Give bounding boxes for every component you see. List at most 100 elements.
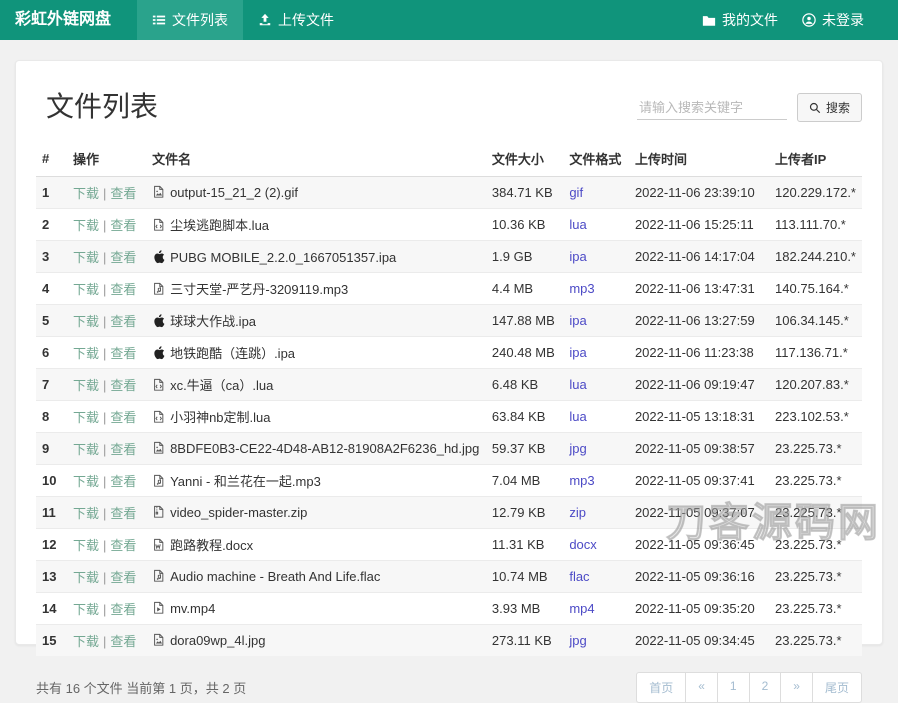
view-link[interactable]: 查看 bbox=[110, 602, 136, 617]
view-link[interactable]: 查看 bbox=[110, 570, 136, 585]
format-link[interactable]: ipa bbox=[569, 313, 586, 328]
filename-text: xc.牛逼（ca）.lua bbox=[170, 378, 274, 393]
view-link[interactable]: 查看 bbox=[110, 442, 136, 457]
page-button[interactable]: » bbox=[780, 672, 813, 703]
format-link[interactable]: lua bbox=[569, 409, 586, 424]
search-button[interactable]: 搜索 bbox=[796, 93, 862, 122]
download-link[interactable]: 下载 bbox=[73, 634, 99, 649]
page-button[interactable]: 1 bbox=[716, 672, 750, 703]
format-link[interactable]: mp4 bbox=[569, 601, 594, 616]
table-row: 2 下载 | 查看 尘埃逃跑脚本.lua 10.36 KB lua 2022-11-… bbox=[36, 208, 862, 241]
row-format-cell: gif bbox=[563, 177, 629, 209]
row-uploader-ip: 113.111.70.* bbox=[769, 208, 862, 241]
download-link[interactable]: 下载 bbox=[73, 282, 99, 297]
download-link[interactable]: 下载 bbox=[73, 538, 99, 553]
format-link[interactable]: docx bbox=[569, 537, 596, 552]
page-button[interactable]: 首页 bbox=[636, 672, 687, 703]
row-filename-cell: 地铁跑酷（连跳）.ipa bbox=[146, 336, 486, 369]
format-link[interactable]: jpg bbox=[569, 633, 586, 648]
col-header-actions: 操作 bbox=[66, 141, 147, 177]
brand-title: 彩虹外链网盘 bbox=[15, 11, 112, 28]
view-link[interactable]: 查看 bbox=[110, 186, 136, 201]
view-link[interactable]: 查看 bbox=[110, 314, 136, 329]
row-format-cell: jpg bbox=[563, 624, 629, 656]
view-link[interactable]: 查看 bbox=[110, 538, 136, 553]
format-link[interactable]: lua bbox=[569, 217, 586, 232]
filename-text: mv.mp4 bbox=[170, 601, 216, 616]
row-uploader-ip: 23.225.73.* bbox=[769, 624, 862, 656]
file-audio-icon bbox=[152, 282, 165, 296]
view-link[interactable]: 查看 bbox=[110, 250, 136, 265]
row-format-cell: lua bbox=[563, 400, 629, 433]
download-link[interactable]: 下载 bbox=[73, 506, 99, 521]
tab-upload[interactable]: 上传文件 bbox=[243, 0, 349, 40]
view-link[interactable]: 查看 bbox=[110, 346, 136, 361]
format-link[interactable]: jpg bbox=[569, 441, 586, 456]
table-row: 3 下载 | 查看 PUBG MOBILE_2.2.0_1667051357.ipa… bbox=[36, 240, 862, 273]
row-filename-cell: output-15_21_2 (2).gif bbox=[146, 177, 486, 209]
view-link[interactable]: 查看 bbox=[110, 506, 136, 521]
row-size: 63.84 KB bbox=[485, 400, 564, 433]
page-button[interactable]: 尾页 bbox=[811, 672, 862, 703]
action-separator: | bbox=[102, 602, 107, 617]
download-link[interactable]: 下载 bbox=[73, 346, 99, 361]
row-uploader-ip: 117.136.71.* bbox=[769, 336, 862, 369]
row-format-cell: ipa bbox=[563, 304, 629, 337]
download-link[interactable]: 下载 bbox=[73, 250, 99, 265]
row-upload-time: 2022-11-05 09:34:45 bbox=[628, 624, 770, 656]
row-index: 7 bbox=[36, 368, 67, 401]
download-link[interactable]: 下载 bbox=[73, 410, 99, 425]
format-link[interactable]: lua bbox=[569, 377, 586, 392]
download-link[interactable]: 下载 bbox=[73, 218, 99, 233]
row-size: 240.48 MB bbox=[485, 336, 564, 369]
filename-text: PUBG MOBILE_2.2.0_1667051357.ipa bbox=[170, 249, 397, 265]
download-link[interactable]: 下载 bbox=[73, 570, 99, 585]
file-image-icon bbox=[152, 185, 165, 199]
view-link[interactable]: 查看 bbox=[110, 378, 136, 393]
format-link[interactable]: ipa bbox=[569, 249, 586, 264]
file-audio-icon bbox=[152, 474, 165, 488]
download-link[interactable]: 下载 bbox=[73, 378, 99, 393]
download-link[interactable]: 下载 bbox=[73, 442, 99, 457]
filename-text: Yanni - 和兰花在一起.mp3 bbox=[170, 474, 321, 489]
view-link[interactable]: 查看 bbox=[110, 410, 136, 425]
search-box: 搜索 bbox=[636, 93, 862, 122]
row-uploader-ip: 182.244.210.* bbox=[769, 240, 862, 273]
search-button-label: 搜索 bbox=[825, 101, 850, 115]
page-button[interactable]: 2 bbox=[748, 672, 782, 703]
view-link[interactable]: 查看 bbox=[110, 634, 136, 649]
format-link[interactable]: mp3 bbox=[569, 473, 594, 488]
tab-file-list[interactable]: 文件列表 bbox=[137, 0, 244, 40]
table-row: 13 下载 | 查看 Audio machine - Breath And Life… bbox=[36, 560, 862, 593]
format-link[interactable]: gif bbox=[569, 185, 583, 200]
row-uploader-ip: 23.225.73.* bbox=[769, 528, 862, 561]
my-files-label: 我的文件 bbox=[722, 12, 778, 28]
filename-text: 尘埃逃跑脚本.lua bbox=[170, 218, 270, 233]
row-uploader-ip: 23.225.73.* bbox=[769, 560, 862, 593]
download-link[interactable]: 下载 bbox=[73, 474, 99, 489]
view-link[interactable]: 查看 bbox=[110, 218, 136, 233]
my-files-link[interactable]: 我的文件 bbox=[690, 0, 790, 40]
download-link[interactable]: 下载 bbox=[73, 186, 99, 201]
row-uploader-ip: 106.34.145.* bbox=[769, 304, 862, 337]
format-link[interactable]: flac bbox=[569, 569, 589, 584]
folder-icon bbox=[702, 14, 716, 27]
format-link[interactable]: zip bbox=[569, 505, 586, 520]
table-row: 6 下载 | 查看 地铁跑酷（连跳）.ipa 240.48 MB ipa 2022-… bbox=[36, 336, 862, 369]
download-link[interactable]: 下载 bbox=[73, 314, 99, 329]
login-status-label: 未登录 bbox=[822, 12, 864, 28]
row-upload-time: 2022-11-05 13:18:31 bbox=[628, 400, 770, 433]
view-link[interactable]: 查看 bbox=[110, 474, 136, 489]
row-filename-cell: video_spider-master.zip bbox=[146, 496, 486, 529]
search-input[interactable] bbox=[636, 95, 787, 120]
download-link[interactable]: 下载 bbox=[73, 602, 99, 617]
format-link[interactable]: ipa bbox=[569, 345, 586, 360]
table-row: 9 下载 | 查看 8BDFE0B3-CE22-4D48-AB12-81908A2F… bbox=[36, 432, 862, 465]
filename-text: 小羽神nb定制.lua bbox=[170, 410, 271, 425]
row-actions: 下载 | 查看 bbox=[66, 336, 147, 369]
format-link[interactable]: mp3 bbox=[569, 281, 594, 296]
page-button[interactable]: « bbox=[685, 672, 718, 703]
view-link[interactable]: 查看 bbox=[110, 282, 136, 297]
tab-file-list-label: 文件列表 bbox=[172, 12, 229, 28]
login-status-link[interactable]: 未登录 bbox=[790, 0, 876, 40]
